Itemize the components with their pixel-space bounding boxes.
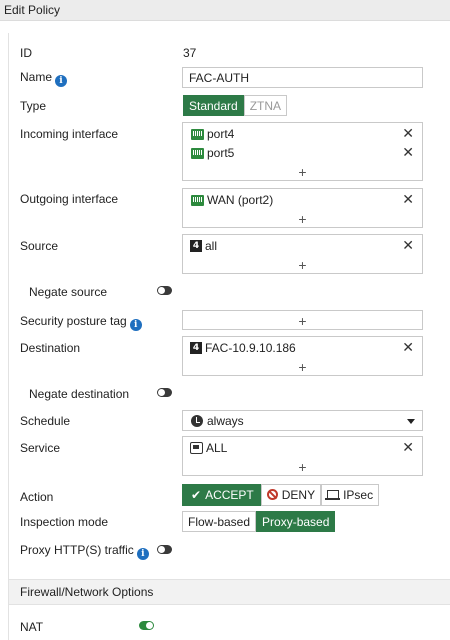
type-toggle: Standard ZTNA bbox=[183, 95, 288, 116]
schedule-value: always bbox=[207, 414, 244, 428]
destination-label: Destination bbox=[20, 341, 81, 355]
incoming-entry-port5: port5 bbox=[191, 145, 234, 161]
service-label: Service bbox=[20, 441, 61, 455]
add-incoming-plus-icon[interactable]: + bbox=[183, 165, 422, 179]
service-entry-all: ALL bbox=[190, 440, 227, 456]
proxy-https-toggle[interactable] bbox=[157, 545, 172, 554]
firewall-section-header: Firewall/Network Options bbox=[9, 579, 450, 605]
security-posture-box[interactable]: + bbox=[182, 310, 423, 330]
window-title: Edit Policy bbox=[0, 0, 450, 21]
info-icon[interactable]: i bbox=[129, 319, 142, 331]
type-ztna-option[interactable]: ZTNA bbox=[243, 95, 288, 116]
proxy-https-label-group: Proxy HTTP(S) traffic i bbox=[20, 543, 149, 560]
source-entry-label: all bbox=[205, 239, 218, 253]
destination-entry: 4 FAC-10.9.10.186 bbox=[190, 340, 296, 356]
nat-label: NAT bbox=[20, 620, 44, 634]
chevron-down-icon bbox=[407, 419, 415, 424]
type-label: Type bbox=[20, 99, 47, 113]
security-posture-label-group: Security posture tag i bbox=[20, 314, 142, 331]
deny-button[interactable]: DENY bbox=[260, 484, 322, 506]
incoming-entry-label: port5 bbox=[207, 146, 235, 160]
service-entry-label: ALL bbox=[206, 441, 228, 455]
info-icon[interactable]: i bbox=[55, 75, 68, 87]
negate-source-toggle[interactable] bbox=[157, 286, 172, 295]
inspection-mode-toggle: Flow-based Proxy-based bbox=[182, 511, 336, 532]
nat-toggle[interactable] bbox=[139, 621, 154, 630]
destination-box[interactable]: 4 FAC-10.9.10.186 ✕ + bbox=[182, 336, 423, 376]
negate-source-label: Negate source bbox=[29, 285, 108, 299]
id-label: ID bbox=[20, 46, 32, 60]
inspection-mode-label: Inspection mode bbox=[20, 515, 109, 529]
negate-destination-toggle[interactable] bbox=[157, 388, 172, 397]
name-label-group: Name i bbox=[20, 70, 68, 87]
flow-based-option[interactable]: Flow-based bbox=[182, 511, 257, 532]
id-value: 37 bbox=[183, 46, 197, 60]
proxy-https-label: Proxy HTTP(S) traffic bbox=[20, 543, 134, 557]
remove-source-icon[interactable]: ✕ bbox=[402, 239, 414, 253]
service-icon bbox=[190, 442, 203, 454]
negate-destination-label: Negate destination bbox=[29, 387, 130, 401]
name-input[interactable]: FAC-AUTH bbox=[182, 67, 423, 88]
address-icon: 4 bbox=[190, 342, 202, 354]
incoming-interface-box[interactable]: port4 ✕ port5 ✕ + bbox=[182, 122, 423, 181]
ipsec-label: IPsec bbox=[343, 488, 374, 502]
clock-icon bbox=[191, 415, 203, 427]
address-icon: 4 bbox=[190, 240, 202, 252]
add-posture-plus-icon[interactable]: + bbox=[183, 314, 422, 328]
deny-label: DENY bbox=[281, 488, 316, 502]
outgoing-entry-label: WAN (port2) bbox=[207, 193, 274, 207]
add-destination-plus-icon[interactable]: + bbox=[183, 360, 422, 374]
outgoing-interface-label: Outgoing interface bbox=[20, 192, 119, 206]
destination-entry-label: FAC-10.9.10.186 bbox=[205, 341, 296, 355]
source-label: Source bbox=[20, 239, 59, 253]
deny-icon bbox=[266, 489, 278, 500]
port-icon bbox=[191, 128, 204, 140]
proxy-based-option[interactable]: Proxy-based bbox=[256, 511, 336, 532]
remove-service-icon[interactable]: ✕ bbox=[402, 441, 414, 455]
source-box[interactable]: 4 all ✕ + bbox=[182, 234, 423, 274]
type-standard-option[interactable]: Standard bbox=[183, 95, 244, 116]
accept-button[interactable]: ✔ ACCEPT bbox=[182, 484, 261, 506]
outgoing-interface-box[interactable]: WAN (port2) ✕ + bbox=[182, 188, 423, 228]
security-posture-label: Security posture tag bbox=[20, 314, 127, 328]
remove-wan-icon[interactable]: ✕ bbox=[402, 193, 414, 207]
info-icon[interactable]: i bbox=[136, 548, 149, 560]
action-button-group: ✔ ACCEPT DENY IPsec bbox=[182, 484, 380, 506]
name-label: Name bbox=[20, 70, 53, 84]
source-entry-all: 4 all bbox=[190, 238, 217, 254]
incoming-entry-port4: port4 bbox=[191, 126, 234, 142]
schedule-label: Schedule bbox=[20, 414, 71, 428]
incoming-interface-label: Incoming interface bbox=[20, 127, 119, 141]
add-outgoing-plus-icon[interactable]: + bbox=[183, 212, 422, 226]
checkmark-icon: ✔ bbox=[191, 488, 202, 502]
port-icon bbox=[191, 194, 204, 206]
service-box[interactable]: ALL ✕ + bbox=[182, 436, 423, 476]
schedule-select[interactable]: always bbox=[182, 410, 423, 431]
port-icon bbox=[191, 147, 204, 159]
remove-port4-icon[interactable]: ✕ bbox=[402, 127, 414, 141]
action-label: Action bbox=[20, 490, 54, 504]
remove-port5-icon[interactable]: ✕ bbox=[402, 146, 414, 160]
outgoing-entry-wan: WAN (port2) bbox=[191, 192, 273, 208]
ipsec-button[interactable]: IPsec bbox=[321, 484, 380, 506]
add-service-plus-icon[interactable]: + bbox=[183, 460, 422, 474]
laptop-icon bbox=[325, 490, 341, 500]
accept-label: ACCEPT bbox=[205, 488, 254, 502]
incoming-entry-label: port4 bbox=[207, 127, 235, 141]
remove-destination-icon[interactable]: ✕ bbox=[402, 341, 414, 355]
add-source-plus-icon[interactable]: + bbox=[183, 258, 422, 272]
